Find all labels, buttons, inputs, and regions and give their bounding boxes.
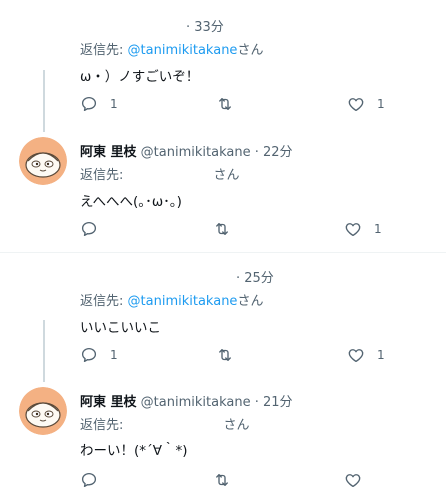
avatar-image	[19, 387, 67, 435]
like-button[interactable]: 1	[347, 94, 385, 114]
reply-icon	[81, 347, 97, 363]
like-count: 1	[374, 222, 382, 236]
reply-to-label: 返信先:	[80, 43, 124, 58]
reply-to-suffix: さん	[237, 43, 264, 58]
like-button[interactable]: 1	[347, 345, 385, 365]
reply-to-handle[interactable]: @tanimikitakane	[128, 294, 238, 309]
reply-count: 1	[110, 348, 118, 362]
like-icon	[348, 98, 364, 112]
tweet-text: わーい！(*´∀｀*)	[80, 443, 188, 459]
reply-to-suffix: さん	[237, 294, 264, 309]
reply-button[interactable]	[80, 219, 110, 239]
thread-line	[43, 70, 45, 132]
like-button[interactable]	[344, 470, 374, 490]
reply-button[interactable]	[80, 470, 110, 490]
avatar[interactable]	[19, 387, 67, 435]
reply-to-label: 返信先:	[80, 294, 124, 309]
reply-to-suffix: さん	[223, 418, 250, 433]
tweet-time[interactable]: · 22分	[255, 145, 293, 160]
like-icon	[345, 223, 361, 237]
thread-line	[43, 320, 45, 382]
author-handle[interactable]: @tanimikitakane	[141, 395, 251, 410]
reply-to-suffix: さん	[213, 168, 240, 183]
tweet-text: ω・）ノすごいぞ！	[80, 69, 200, 85]
reply-to-line: 返信先: さん	[80, 414, 250, 433]
author-name[interactable]: 阿東 里枝	[80, 395, 137, 410]
tweet-text: えへへへ(｡･ω･｡)	[80, 194, 182, 210]
retweet-icon	[219, 98, 231, 110]
author-handle[interactable]: @tanimikitakane	[141, 145, 251, 160]
tweet-time[interactable]: · 21分	[255, 395, 293, 410]
tweet-time[interactable]: · 33分	[186, 16, 224, 35]
like-icon	[348, 349, 364, 363]
reply-button[interactable]: 1	[80, 345, 118, 365]
like-button[interactable]: 1	[344, 219, 382, 239]
reply-to-line: 返信先: さん	[80, 164, 240, 183]
reply-icon	[81, 96, 97, 112]
retweet-button[interactable]	[213, 470, 243, 490]
reply-button[interactable]: 1	[80, 94, 118, 114]
like-count: 1	[377, 97, 385, 111]
retweet-icon	[216, 223, 228, 235]
avatar-image	[19, 137, 67, 185]
reply-icon	[81, 221, 97, 237]
tweet-header: 阿東 里枝 @tanimikitakane · 22分	[80, 141, 293, 160]
retweet-icon	[216, 474, 228, 486]
tweet-header: 阿東 里枝 @tanimikitakane · 21分	[80, 391, 293, 410]
like-icon	[345, 474, 361, 488]
tweet-time[interactable]: · 25分	[236, 267, 274, 286]
retweet-icon	[219, 349, 231, 361]
reply-to-handle[interactable]: @tanimikitakane	[128, 43, 238, 58]
avatar[interactable]	[19, 137, 67, 185]
retweet-button[interactable]	[216, 345, 246, 365]
reply-to-line: 返信先: @tanimikitakaneさん	[80, 39, 263, 58]
reply-count: 1	[110, 97, 118, 111]
like-count: 1	[377, 348, 385, 362]
reply-to-label: 返信先:	[80, 168, 124, 183]
reply-to-label: 返信先:	[80, 418, 124, 433]
retweet-button[interactable]	[213, 219, 243, 239]
reply-to-line: 返信先: @tanimikitakaneさん	[80, 290, 263, 309]
author-name[interactable]: 阿東 里枝	[80, 145, 137, 160]
retweet-button[interactable]	[216, 94, 246, 114]
thread-divider	[0, 252, 446, 253]
tweet-text: いいこいいこ	[80, 320, 161, 336]
reply-icon	[81, 472, 97, 488]
